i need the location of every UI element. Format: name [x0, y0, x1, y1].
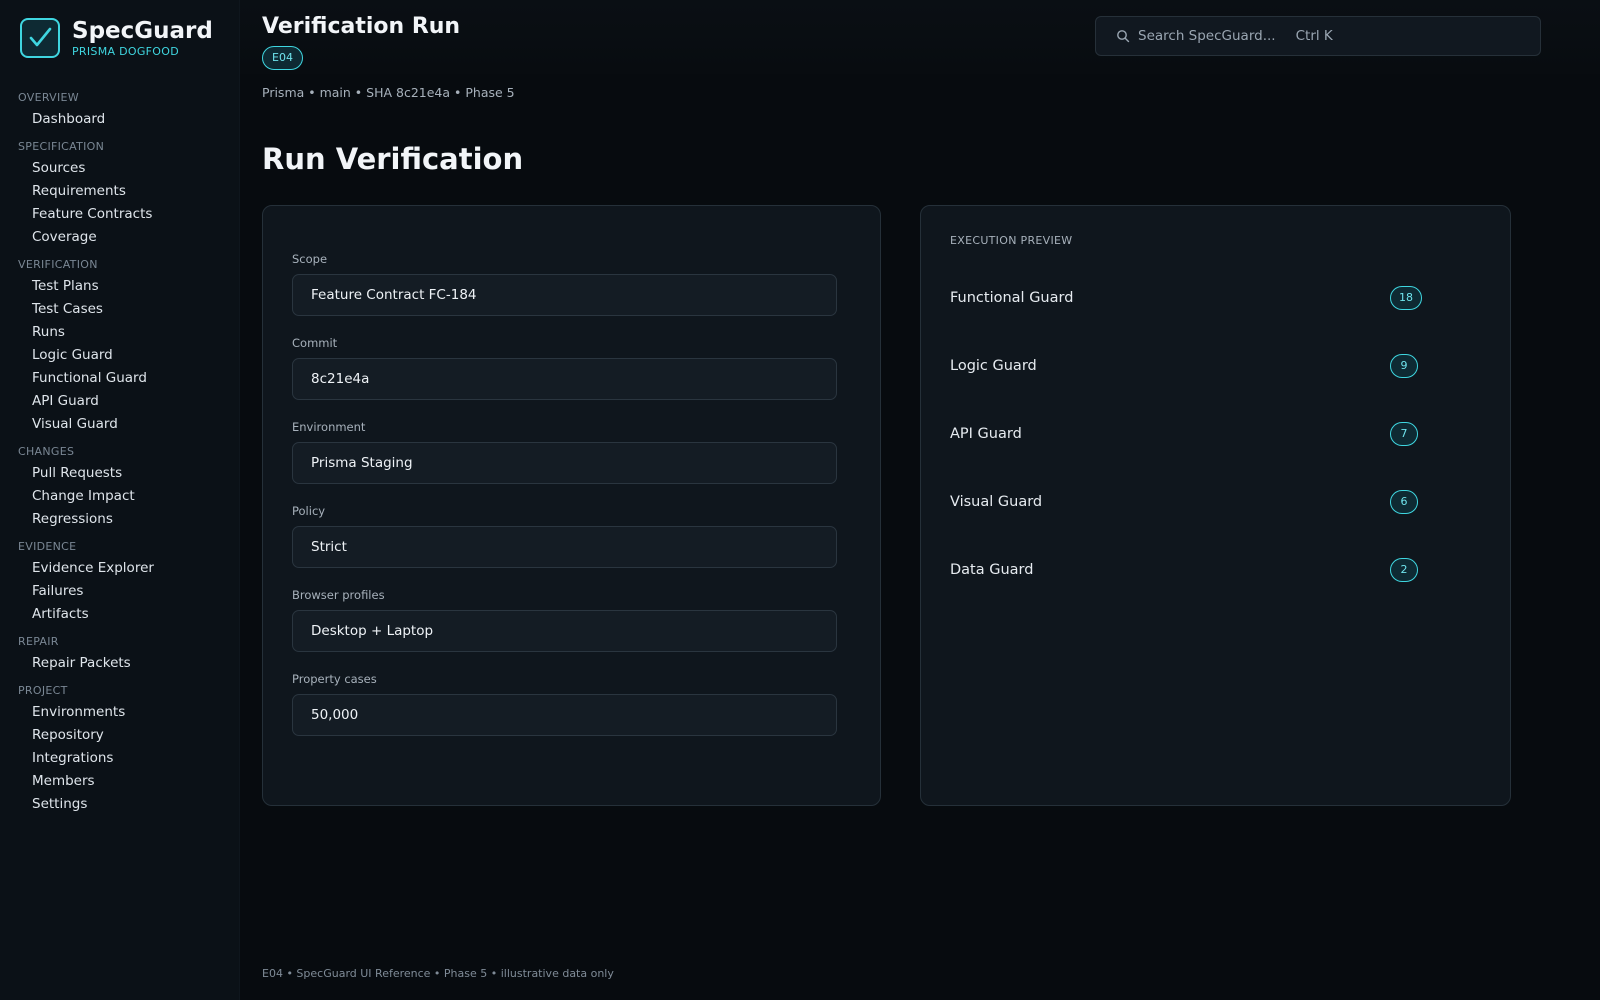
sidebar-item-visual-guard[interactable]: Visual Guard: [0, 413, 240, 436]
field-label: Property cases: [292, 672, 377, 686]
guard-name: Logic Guard: [950, 358, 1037, 374]
sidebar-item-integrations[interactable]: Integrations: [0, 747, 240, 770]
checkmark-logo-icon: [20, 18, 60, 58]
count-badge: 7: [1390, 422, 1418, 446]
nav-heading: CHANGES: [18, 445, 75, 458]
sidebar-item-coverage[interactable]: Coverage: [0, 226, 240, 249]
sidebar-item-environments[interactable]: Environments: [0, 701, 240, 724]
policy-field: Policy Strict: [292, 502, 837, 568]
nav-section-specification: SPECIFICATION Sources Requirements Featu…: [0, 137, 240, 249]
list-item: Logic Guard 9: [950, 351, 1480, 381]
nav-heading: PROJECT: [18, 684, 68, 697]
sidebar-item-regressions[interactable]: Regressions: [0, 508, 240, 531]
search-input[interactable]: Search SpecGuard... Ctrl K: [1095, 16, 1541, 56]
commit-field: Commit 8c21e4a: [292, 334, 837, 400]
sidebar-item-members[interactable]: Members: [0, 770, 240, 793]
execution-preview-card: EXECUTION PREVIEW Functional Guard 18 Lo…: [920, 205, 1511, 806]
sidebar-item-feature-contracts[interactable]: Feature Contracts: [0, 203, 240, 226]
field-label: Policy: [292, 504, 326, 518]
sidebar-item-api-guard[interactable]: API Guard: [0, 390, 240, 413]
run-form-card: Scope Feature Contract FC-184 Commit 8c2…: [262, 205, 881, 806]
environment-select[interactable]: Prisma Staging: [292, 442, 837, 484]
section-title: Run Verification: [262, 142, 524, 176]
sidebar-item-logic-guard[interactable]: Logic Guard: [0, 344, 240, 367]
nav-heading: OVERVIEW: [18, 91, 79, 104]
scope-field: Scope Feature Contract FC-184: [292, 250, 837, 316]
nav-heading: SPECIFICATION: [18, 140, 105, 153]
sidebar-item-artifacts[interactable]: Artifacts: [0, 603, 240, 626]
sidebar-item-runs[interactable]: Runs: [0, 321, 240, 344]
nav-section-evidence: EVIDENCE Evidence Explorer Failures Arti…: [0, 537, 240, 626]
sidebar: SpecGuard PRISMA DOGFOOD OVERVIEW Dashbo…: [0, 0, 240, 1000]
list-item: API Guard 7: [950, 419, 1480, 449]
field-label: Environment: [292, 420, 366, 434]
property-cases-field: Property cases 50,000: [292, 670, 837, 736]
sidebar-item-test-cases[interactable]: Test Cases: [0, 298, 240, 321]
sidebar-item-requirements[interactable]: Requirements: [0, 180, 240, 203]
field-label: Commit: [292, 336, 338, 350]
nav-section-overview: OVERVIEW Dashboard: [0, 88, 240, 131]
sidebar-item-functional-guard[interactable]: Functional Guard: [0, 367, 240, 390]
environment-field: Environment Prisma Staging: [292, 418, 837, 484]
sidebar-item-change-impact[interactable]: Change Impact: [0, 485, 240, 508]
property-cases-input[interactable]: 50,000: [292, 694, 837, 736]
search-placeholder: Search SpecGuard...: [1138, 28, 1276, 44]
browser-profiles-select[interactable]: Desktop + Laptop: [292, 610, 837, 652]
brand[interactable]: SpecGuard PRISMA DOGFOOD: [20, 18, 213, 58]
list-item: Visual Guard 6: [950, 487, 1480, 517]
sidebar-item-evidence-explorer[interactable]: Evidence Explorer: [0, 557, 240, 580]
sidebar-item-failures[interactable]: Failures: [0, 580, 240, 603]
guard-name: API Guard: [950, 426, 1022, 442]
page-footer: E04 • SpecGuard UI Reference • Phase 5 •…: [262, 967, 614, 980]
nav-section-changes: CHANGES Pull Requests Change Impact Regr…: [0, 442, 240, 531]
guard-name: Functional Guard: [950, 290, 1074, 306]
count-badge: 6: [1390, 490, 1418, 514]
policy-select[interactable]: Strict: [292, 526, 837, 568]
field-label: Scope: [292, 252, 328, 266]
search-icon: [1116, 29, 1130, 43]
scope-select[interactable]: Feature Contract FC-184: [292, 274, 837, 316]
commit-input[interactable]: 8c21e4a: [292, 358, 837, 400]
nav-section-project: PROJECT Environments Repository Integrat…: [0, 681, 240, 816]
sidebar-item-sources[interactable]: Sources: [0, 157, 240, 180]
count-badge: 2: [1390, 558, 1418, 582]
sidebar-item-dashboard[interactable]: Dashboard: [0, 108, 240, 131]
browser-profiles-field: Browser profiles Desktop + Laptop: [292, 586, 837, 652]
brand-subtitle: PRISMA DOGFOOD: [72, 45, 179, 58]
nav-section-verification: VERIFICATION Test Plans Test Cases Runs …: [0, 255, 240, 436]
sidebar-item-repair-packets[interactable]: Repair Packets: [0, 652, 240, 675]
guard-name: Visual Guard: [950, 494, 1043, 510]
list-item: Data Guard 2: [950, 555, 1480, 585]
sidebar-item-pull-requests[interactable]: Pull Requests: [0, 462, 240, 485]
nav-section-repair: REPAIR Repair Packets: [0, 632, 240, 675]
list-item: Functional Guard 18: [950, 283, 1480, 313]
breadcrumb: Prisma • main • SHA 8c21e4a • Phase 5: [262, 85, 515, 100]
page-title: Verification Run: [262, 14, 461, 39]
count-badge: 18: [1390, 286, 1422, 310]
guard-name: Data Guard: [950, 562, 1034, 578]
nav-heading: VERIFICATION: [18, 258, 98, 271]
field-label: Browser profiles: [292, 588, 385, 602]
sidebar-item-test-plans[interactable]: Test Plans: [0, 275, 240, 298]
nav-heading: EVIDENCE: [18, 540, 77, 553]
top-bar: Verification Run E04 Search SpecGuard...…: [240, 0, 1600, 74]
count-badge: 9: [1390, 354, 1418, 378]
brand-name: SpecGuard: [72, 18, 213, 44]
search-shortcut-hint: Ctrl K: [1295, 28, 1333, 44]
preview-heading: EXECUTION PREVIEW: [950, 234, 1073, 247]
sidebar-item-settings[interactable]: Settings: [0, 793, 240, 816]
nav-heading: REPAIR: [18, 635, 59, 648]
sidebar-item-repository[interactable]: Repository: [0, 724, 240, 747]
status-badge: E04: [262, 46, 303, 70]
sidebar-nav: OVERVIEW Dashboard SPECIFICATION Sources…: [0, 88, 240, 822]
